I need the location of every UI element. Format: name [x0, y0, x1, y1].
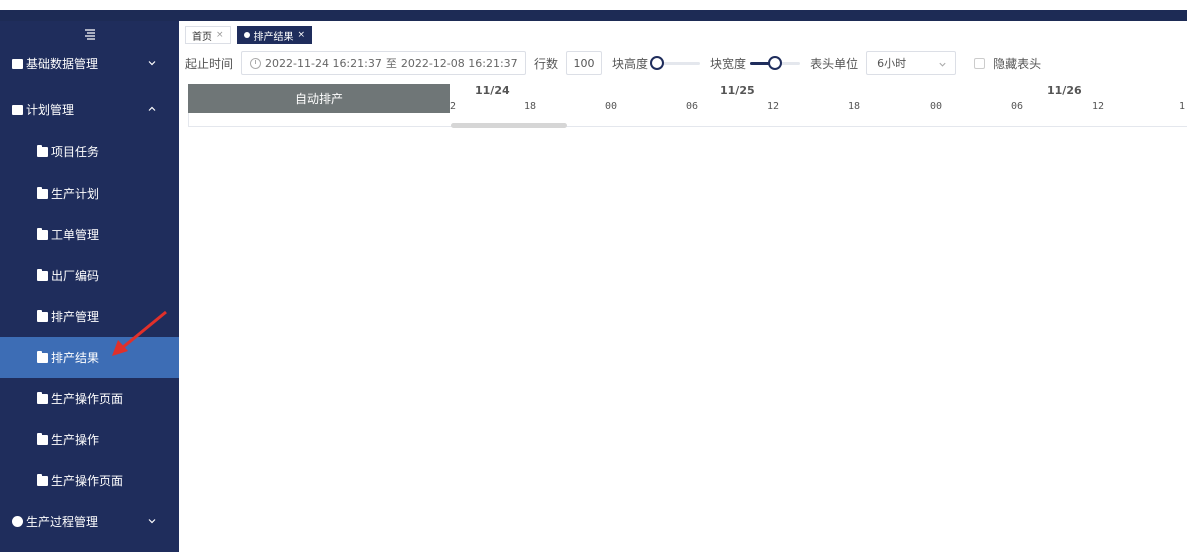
gantt-header-label: 自动排产: [294, 92, 343, 106]
header-unit-select[interactable]: 6小时: [866, 51, 957, 75]
top-header: [0, 0, 1187, 21]
timeline-hour: 18: [524, 101, 537, 112]
sidebar-item-basic-data[interactable]: 基础数据管理: [0, 43, 179, 84]
sidebar-item-label: 项目任务: [51, 145, 100, 159]
header-unit-value: 6小时: [877, 57, 907, 70]
date-range-picker[interactable]: 2022-11-24 16:21:37 至 2022-12-08 16:21:3…: [241, 51, 527, 75]
annotation-arrow-icon: [112, 310, 167, 356]
gantt-timeline-header: 11/24 11/25 11/26 2 18 00 06 12 18 00 06…: [450, 84, 1187, 114]
grid-icon: [12, 58, 23, 69]
timeline-day: 11/26: [1047, 84, 1082, 97]
sidebar-item-label: 生产过程管理: [26, 515, 99, 529]
sidebar-item-label: 工单管理: [51, 228, 100, 242]
block-height-slider[interactable]: [650, 56, 701, 70]
gantt-task-column-header: 自动排产: [188, 84, 450, 113]
chevron-down-icon: [148, 61, 156, 66]
sidebar-item-production-operation[interactable]: 生产操作: [0, 419, 179, 460]
header-unit-label: 表头单位: [810, 56, 859, 71]
folder-icon: [37, 144, 48, 157]
rows-label: 行数: [534, 56, 559, 71]
chevron-down-icon: [148, 519, 156, 524]
tab-label: 排产结果: [253, 31, 294, 43]
sidebar-item-label: 计划管理: [26, 103, 75, 117]
rows-input[interactable]: 100: [566, 51, 603, 75]
header-strip: [0, 10, 1187, 21]
sidebar-item-work-orders[interactable]: 工单管理: [0, 214, 179, 255]
tab-home[interactable]: 首页 ×: [185, 26, 231, 44]
folder-icon: [37, 350, 48, 363]
folder-icon: [37, 309, 48, 322]
chevron-down-icon: [939, 62, 946, 67]
close-icon[interactable]: ×: [216, 30, 224, 40]
folder-icon: [37, 473, 48, 486]
process-icon: [12, 516, 23, 527]
sidebar-item-production-operation-page[interactable]: 生产操作页面: [0, 378, 179, 419]
block-height-label: 块高度: [612, 56, 649, 71]
chevron-up-icon: [148, 106, 156, 111]
block-width-slider[interactable]: [750, 56, 801, 70]
timeline-day: 11/25: [720, 84, 755, 97]
timeline-hour: 2: [450, 101, 457, 112]
sidebar-item-factory-code[interactable]: 出厂编码: [0, 255, 179, 296]
timeline-hour: 00: [930, 101, 943, 112]
timeline-hour: 18: [848, 101, 861, 112]
sidebar-item-production-operation-page-2[interactable]: 生产操作页面: [0, 460, 179, 501]
gantt-toolbar: 起止时间 2022-11-24 16:21:37 至 2022-12-08 16…: [185, 51, 1185, 75]
start-time[interactable]: 2022-11-24 16:21:37: [265, 57, 382, 70]
slider-handle[interactable]: [650, 56, 665, 70]
sidebar-item-label: 基础数据管理: [26, 57, 99, 71]
sidebar-item-production-process[interactable]: 生产过程管理: [0, 501, 179, 542]
sidebar-item-label: 生产计划: [51, 187, 100, 201]
document-icon: [12, 104, 23, 115]
menu-fold-icon: [84, 29, 95, 40]
timeline-day: 11/24: [475, 84, 510, 97]
sidebar-item-label: 排产管理: [51, 310, 100, 324]
sidebar-item-label: 生产操作页面: [51, 474, 124, 488]
folder-icon: [37, 186, 48, 199]
sidebar-item-production-plan[interactable]: 生产计划: [0, 173, 179, 214]
folder-icon: [37, 268, 48, 281]
gantt-horizontal-scrollbar[interactable]: [451, 123, 567, 128]
tab-scheduling-result[interactable]: 排产结果 ×: [236, 26, 313, 44]
sidebar-item-label: 生产操作页面: [51, 392, 124, 406]
tab-label: 首页: [192, 31, 212, 43]
sidebar-item-project-tasks[interactable]: 项目任务: [0, 131, 179, 172]
timeline-hour: 12: [767, 101, 780, 112]
hide-header-label: 隐藏表头: [993, 56, 1042, 71]
block-width-label: 块宽度: [710, 56, 747, 71]
timeline-hour: 12: [1092, 101, 1105, 112]
gantt-row: [188, 113, 1187, 127]
folder-icon: [37, 391, 48, 404]
timeline-hour: 1: [1179, 101, 1186, 112]
timeline-hour: 06: [1011, 101, 1024, 112]
tabs-bar: 首页 × 排产结果 ×: [185, 26, 313, 46]
sidebar-item-label: 排产结果: [51, 351, 100, 365]
folder-icon: [37, 432, 48, 445]
sidebar-item-label: 生产操作: [51, 433, 100, 447]
end-time[interactable]: 2022-12-08 16:21:37: [401, 57, 518, 70]
active-dot-icon: [243, 32, 250, 38]
range-separator: 至: [385, 57, 397, 70]
time-range-label: 起止时间: [185, 56, 234, 71]
sidebar-item-plan-management[interactable]: 计划管理: [0, 89, 179, 130]
clock-icon: [250, 57, 262, 69]
sidebar-item-label: 出厂编码: [51, 269, 100, 283]
close-icon[interactable]: ×: [298, 30, 306, 40]
slider-handle[interactable]: [768, 56, 783, 70]
folder-icon: [37, 227, 48, 240]
timeline-hour: 06: [686, 101, 699, 112]
sidebar: 基础数据管理 计划管理 项目任务 生产计划 工单管理 出厂编码 排产管理 排产结…: [0, 21, 179, 552]
timeline-hour: 00: [605, 101, 618, 112]
hide-header-checkbox[interactable]: [974, 57, 986, 69]
